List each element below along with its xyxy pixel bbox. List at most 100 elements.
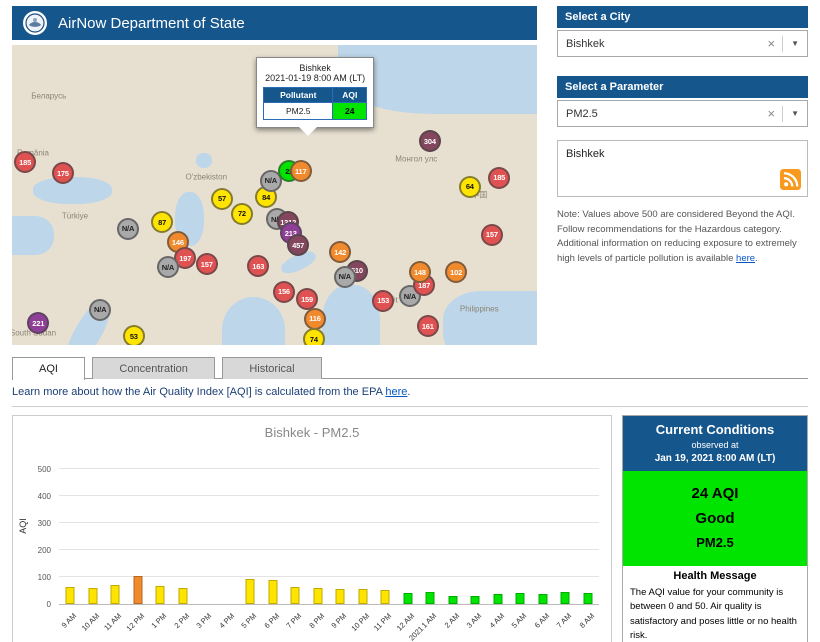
aqi-map-marker[interactable]: 185 (488, 166, 511, 189)
chart-bar-1am[interactable] (425, 591, 435, 604)
chart-bar-10am[interactable] (88, 587, 98, 604)
note-link[interactable]: here (736, 253, 755, 264)
tab-historical[interactable]: Historical (222, 357, 322, 379)
chart-bar-2am[interactable] (448, 595, 458, 604)
x-axis-tick: 7 PM (284, 611, 304, 631)
chart-bar-3am[interactable] (470, 596, 480, 604)
aqi-map-marker[interactable]: 117 (289, 160, 312, 182)
aqi-map-marker[interactable]: 185 (14, 151, 37, 173)
x-axis-tick: 4 PM (217, 611, 236, 631)
chart-bar-7pm[interactable] (290, 587, 300, 604)
x-axis-tick: 2 PM (172, 611, 191, 631)
y-axis-tick: 100 (37, 573, 51, 583)
chart-bar-2pm[interactable] (178, 588, 188, 604)
gridline (59, 495, 599, 497)
aqi-map-marker[interactable]: 87 (151, 211, 174, 233)
chart-bar-5pm[interactable] (245, 579, 255, 604)
map-place-label: Türkiye (61, 211, 89, 221)
x-axis-tick: 9 PM (329, 611, 349, 631)
aqi-map-marker[interactable]: 156 (272, 280, 295, 303)
caret-down-icon[interactable]: ▼ (783, 39, 807, 48)
aqi-map-marker[interactable]: 116 (303, 307, 326, 330)
health-message-title: Health Message (673, 570, 757, 582)
aqi-map-marker[interactable]: N/A (117, 217, 140, 240)
chart-plot (59, 456, 599, 605)
chart-title: Bishkek - PM2.5 (264, 425, 360, 440)
chart-bar-6am[interactable] (538, 593, 548, 604)
aqi-map-marker[interactable]: 157 (480, 223, 503, 246)
chart-bar-5am[interactable] (515, 593, 525, 604)
aqi-map-marker[interactable]: 148 (408, 261, 431, 284)
observed-at-datetime: Jan 19, 2021 8:00 AM (LT) (654, 453, 776, 464)
current-aqi-block: 24 AQI Good PM2.5 (623, 471, 807, 566)
aqi-map-marker[interactable]: 53 (122, 325, 145, 345)
aqi-map-marker[interactable]: 102 (445, 261, 468, 284)
water-arabian-sea (222, 297, 285, 345)
y-axis-tick: 400 (37, 492, 51, 502)
aqi-map-marker[interactable]: 74 (302, 328, 325, 345)
aqi-map-marker[interactable]: 304 (418, 130, 441, 152)
aqi-map-marker[interactable]: 159 (296, 288, 319, 311)
aqi-map-marker[interactable]: 142 (329, 241, 352, 263)
chart-bar-4am[interactable] (493, 593, 503, 604)
chart-bar-10pm[interactable] (358, 588, 368, 604)
chart-bar-12pm[interactable] (133, 575, 143, 604)
water-aral-sea (195, 153, 212, 168)
chart-bar-8am[interactable] (583, 593, 593, 604)
aqi-map-marker[interactable]: N/A (89, 298, 112, 321)
rss-icon[interactable] (780, 169, 801, 190)
tab-concentration[interactable]: Concentration (92, 357, 215, 379)
x-axis-tick: 8 AM (577, 611, 596, 630)
chart-bar-8pm[interactable] (313, 588, 323, 604)
y-axis-tick: 300 (37, 519, 51, 529)
chart-bar-9am[interactable] (65, 587, 75, 604)
y-axis-tick: 0 (46, 600, 51, 609)
chart-bar-12am[interactable] (403, 592, 413, 604)
clear-icon[interactable]: × (760, 36, 782, 51)
chart-bar-1pm[interactable] (155, 585, 165, 604)
x-axis-tick: 3 AM (464, 611, 484, 630)
aqi-map-marker[interactable]: N/A (156, 256, 179, 278)
x-axis-tick: 9 AM (59, 611, 79, 630)
map[interactable]: Bishkek 2021-01-19 8:00 AM (LT) Pollutan… (12, 45, 537, 345)
aqi-map-marker[interactable]: 221 (27, 312, 50, 335)
chart-bar-7am[interactable] (560, 592, 570, 604)
x-axis-tick: 10 AM (79, 611, 101, 633)
clear-icon[interactable]: × (760, 106, 782, 121)
aqi-map-marker[interactable]: 57 (211, 187, 233, 210)
aqi-map-marker[interactable]: 157 (195, 253, 218, 275)
chart-bar-11pm[interactable] (380, 590, 390, 604)
city-select[interactable]: Bishkek × ▼ (557, 30, 808, 57)
health-message-text: The AQI value for your community is betw… (630, 587, 797, 641)
x-axis-tick: 6 PM (262, 611, 281, 631)
chart-bar-9pm[interactable] (335, 589, 345, 604)
x-axis-tick: 5 AM (509, 611, 529, 630)
aqi-map-marker[interactable]: 72 (230, 202, 253, 225)
current-conditions-title: Current Conditions (655, 422, 775, 437)
city-select-value: Bishkek (566, 37, 605, 50)
x-axis-tick: 7 AM (554, 611, 574, 630)
x-axis-tick: 11 AM (102, 611, 124, 633)
aqi-map-marker[interactable]: N/A (333, 265, 356, 288)
water-black-sea (33, 177, 112, 204)
aqi-map-marker[interactable]: 163 (247, 255, 270, 278)
chart-bar-11am[interactable] (110, 584, 120, 604)
aqi-map-marker[interactable]: 64 (458, 175, 481, 198)
x-axis-tick: 1 PM (149, 611, 169, 631)
parameter-select-value: PM2.5 (566, 107, 598, 120)
caret-down-icon[interactable]: ▼ (783, 109, 807, 118)
tab-aqi[interactable]: AQI (12, 357, 85, 380)
x-axis-tick: 6 AM (532, 611, 551, 630)
aqi-map-marker[interactable]: 457 (287, 234, 310, 257)
current-aqi-value: 24 AQI (691, 485, 739, 502)
chart-bar-6pm[interactable] (268, 580, 278, 604)
aqi-map-marker[interactable]: 153 (372, 289, 395, 312)
learn-more-line: Learn more about how the Air Quality Ind… (12, 386, 410, 398)
x-axis-tick: 2 AM (442, 611, 461, 630)
aqi-map-marker[interactable]: 175 (51, 162, 74, 185)
page: AirNow Department of State Bishkek 2021-… (0, 0, 820, 642)
aqi-map-marker[interactable]: 161 (416, 315, 439, 338)
learn-more-link[interactable]: here (385, 386, 407, 398)
select-parameter-header: Select a Parameter (557, 76, 808, 98)
parameter-select[interactable]: PM2.5 × ▼ (557, 100, 808, 127)
